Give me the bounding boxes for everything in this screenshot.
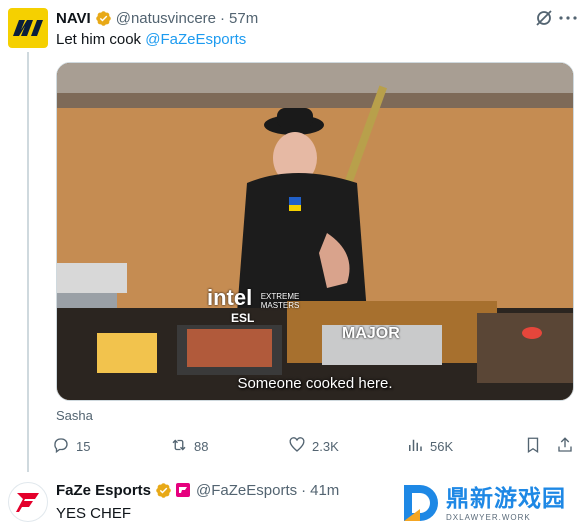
event-logo-overlay: intel EXTREME MASTERS ESL — [207, 285, 301, 325]
repost-button[interactable]: 88 — [170, 436, 208, 456]
bookmark-button[interactable] — [524, 436, 542, 456]
like-count: 2.3K — [312, 438, 339, 454]
author-name[interactable]: NAVI — [56, 10, 91, 27]
reply-icon — [52, 436, 70, 457]
tweet-text: Let him cook @FaZeEsports — [56, 30, 246, 50]
avatar-column — [8, 8, 48, 48]
repost-icon — [170, 436, 188, 457]
intel-logo: intel — [207, 285, 253, 310]
verified-icon — [155, 482, 172, 499]
major-logo: MAJOR — [342, 325, 400, 342]
watermark: 鼎新游戏园 DXLAWYER.WORK — [400, 478, 580, 528]
navi-logo-icon — [9, 14, 47, 42]
watermark-en: DXLAWYER.WORK — [446, 512, 531, 522]
like-icon — [288, 436, 306, 457]
separator: · — [301, 481, 307, 499]
video-caption-text: Someone cooked here. — [237, 375, 393, 392]
reply-button[interactable]: 15 — [52, 436, 90, 456]
share-button[interactable] — [556, 436, 574, 456]
views-button[interactable]: 56K — [406, 436, 453, 456]
watermark-logo-icon — [404, 485, 438, 521]
mention-link[interactable]: @FaZeEsports — [145, 31, 246, 48]
watermark-cn: 鼎新游戏园 — [446, 484, 566, 511]
like-button[interactable]: 2.3K — [288, 436, 339, 456]
views-icon — [406, 436, 424, 457]
timestamp[interactable]: 57m — [229, 10, 258, 27]
major-logo-overlay: MAJOR — [342, 325, 400, 343]
tweet-text-body: Let him cook — [56, 31, 146, 48]
grok-icon[interactable] — [534, 8, 554, 28]
reply-text: YES CHEF — [56, 505, 132, 522]
affiliate-badge-icon[interactable] — [176, 483, 191, 497]
reply-author-name[interactable]: FaZe Esports — [56, 482, 151, 499]
bookmark-icon — [524, 436, 542, 457]
intel-logo-sub: EXTREME MASTERS — [260, 291, 300, 310]
separator: · — [220, 9, 226, 27]
tweet-header: NAVI @natusvincere · 57m — [56, 8, 258, 28]
repost-count: 88 — [194, 438, 209, 454]
video-scene — [57, 63, 573, 400]
more-icon[interactable] — [558, 8, 578, 28]
tweet-media[interactable]: intel EXTREME MASTERS ESL MAJOR Someone … — [56, 62, 574, 401]
video-caption: Someone cooked here. — [57, 374, 573, 393]
author-handle[interactable]: @natusvincere — [116, 10, 216, 27]
esl-logo: ESL — [231, 311, 255, 325]
reply-count: 15 — [76, 438, 91, 454]
verified-icon — [95, 10, 112, 27]
reply-timestamp[interactable]: 41m — [310, 482, 339, 499]
watermark-text: 鼎新游戏园 DXLAWYER.WORK — [446, 485, 566, 522]
faze-logo-icon — [16, 493, 39, 512]
reply-header: FaZe Esports @FaZeEsports · 41m — [56, 480, 339, 500]
avatar[interactable] — [8, 482, 48, 522]
avatar[interactable] — [8, 8, 48, 48]
thread-line — [27, 52, 29, 472]
views-count: 56K — [430, 438, 454, 454]
tweet-actions: 15 88 2.3K 56K — [52, 436, 574, 456]
reply-author-handle[interactable]: @FaZeEsports — [196, 482, 297, 499]
share-icon — [556, 436, 574, 457]
media-credit[interactable]: Sasha — [56, 408, 93, 423]
